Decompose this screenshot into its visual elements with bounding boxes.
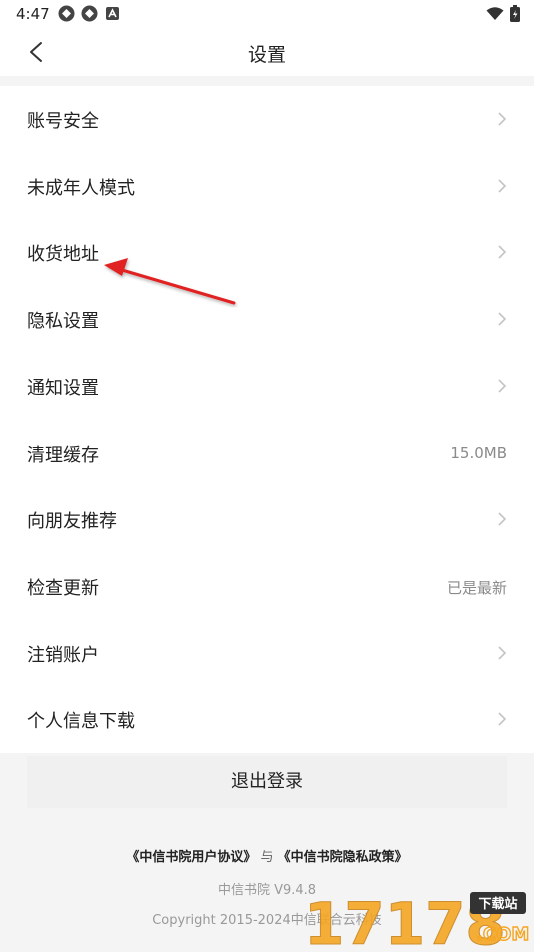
- nav-bar: 设置: [0, 28, 534, 76]
- chevron-right-icon: [498, 179, 507, 193]
- settings-item-recommend-to-friends[interactable]: 向朋友推荐: [0, 486, 534, 552]
- app-notification-icon: [104, 5, 121, 22]
- privacy-policy-link[interactable]: 《中信书院隐私政策》: [278, 850, 408, 865]
- app-version: 中信书院 V9.4.8: [217, 883, 317, 898]
- settings-item-label: 隐私设置: [27, 311, 99, 332]
- status-time: 4:47: [16, 5, 50, 23]
- settings-item-notification-settings[interactable]: 通知设置: [0, 353, 534, 419]
- settings-item-label: 通知设置: [27, 378, 99, 399]
- settings-item-label: 账号安全: [27, 111, 99, 132]
- settings-item-account-security[interactable]: 账号安全: [0, 86, 534, 152]
- chevron-right-icon: [498, 712, 507, 726]
- settings-item-label: 检查更新: [27, 578, 99, 599]
- settings-item-minor-mode[interactable]: 未成年人模式: [0, 153, 534, 219]
- chevron-right-icon: [498, 112, 507, 126]
- settings-list: 账号安全 未成年人模式 收货地址 隐私设置 通知设置 清理缓存 15.0MB 向…: [0, 86, 534, 753]
- chevron-right-icon: [498, 245, 507, 259]
- copyright-text: Copyright 2015-2024中信联合云科技: [152, 913, 382, 928]
- logout-button[interactable]: 退出登录: [27, 756, 507, 808]
- wifi-icon: [486, 6, 504, 25]
- settings-item-delete-account[interactable]: 注销账户: [0, 620, 534, 686]
- chevron-right-icon: [498, 512, 507, 526]
- settings-item-label: 收货地址: [27, 244, 99, 265]
- settings-item-shipping-address[interactable]: 收货地址: [0, 219, 534, 285]
- user-agreement-link[interactable]: 《中信书院用户协议》: [126, 850, 256, 865]
- chevron-right-icon: [498, 379, 507, 393]
- settings-item-label: 清理缓存: [27, 445, 99, 466]
- page-title: 设置: [247, 44, 286, 66]
- chevron-right-icon: [498, 312, 507, 326]
- notification-icon: [81, 5, 98, 22]
- notification-icon: [58, 5, 75, 22]
- settings-item-label: 未成年人模式: [27, 178, 135, 199]
- footer-links: 《中信书院用户协议》 与 《中信书院隐私政策》: [0, 846, 534, 865]
- settings-item-label: 注销账户: [27, 645, 99, 666]
- cache-size-value: 15.0MB: [450, 444, 507, 462]
- settings-item-personal-info-download[interactable]: 个人信息下载: [0, 686, 534, 752]
- settings-item-privacy-settings[interactable]: 隐私设置: [0, 286, 534, 352]
- footer-and-text: 与: [260, 850, 274, 865]
- battery-icon: [510, 5, 520, 26]
- settings-item-check-update[interactable]: 检查更新 已是最新: [0, 553, 534, 619]
- settings-item-clear-cache[interactable]: 清理缓存 15.0MB: [0, 420, 534, 486]
- settings-item-label: 个人信息下载: [27, 711, 135, 732]
- status-bar: 4:47: [0, 0, 534, 28]
- settings-item-label: 向朋友推荐: [27, 511, 117, 532]
- chevron-right-icon: [498, 646, 507, 660]
- update-status-value: 已是最新: [446, 579, 507, 597]
